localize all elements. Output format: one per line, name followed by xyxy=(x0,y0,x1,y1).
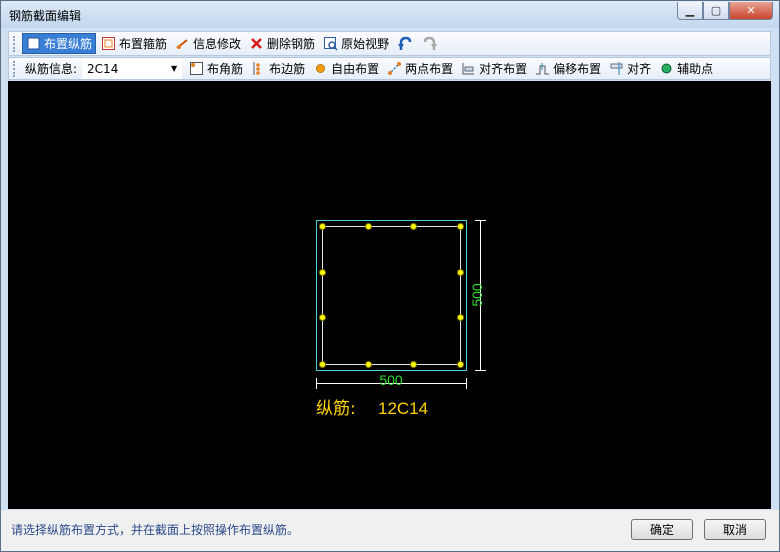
rebar-info-label: 纵筋信息: xyxy=(25,62,78,76)
redo-button[interactable] xyxy=(420,33,444,54)
rebar-label: 纵筋: xyxy=(316,399,356,419)
place-stirrup-button[interactable]: 布置箍筋 xyxy=(98,33,170,54)
side-bar-button[interactable]: 布边筋 xyxy=(248,58,308,79)
stirrup-outline xyxy=(322,226,461,365)
dialog-window: 钢筋截面编辑 ▁ ▢ ✕ 布置纵筋 布置箍筋 信息修改 删除钢筋 原始视野 纵筋… xyxy=(0,0,780,552)
align-place-label: 对齐布置 xyxy=(479,62,528,76)
window-title: 钢筋截面编辑 xyxy=(9,9,82,23)
place-longitudinal-button[interactable]: 布置纵筋 xyxy=(22,33,97,54)
zoom-fit-icon xyxy=(323,36,338,51)
place-stirrup-label: 布置箍筋 xyxy=(119,37,168,51)
corner-bar-icon xyxy=(189,61,204,76)
rebar-point[interactable] xyxy=(457,223,464,230)
rebar-info-combo[interactable]: 2C14 ▼ xyxy=(82,58,183,79)
rebar-value: 12C14 xyxy=(378,399,428,418)
edit-info-icon xyxy=(175,36,190,51)
corner-bar-label: 布角筋 xyxy=(207,62,244,76)
rebar-point[interactable] xyxy=(410,361,417,368)
aux-point-button[interactable]: 辅助点 xyxy=(656,58,716,79)
status-message: 请选择纵筋布置方式，并在截面上按照操作布置纵筋。 xyxy=(11,523,300,537)
maximize-icon: ▢ xyxy=(710,4,722,17)
stirrup-icon xyxy=(101,36,116,51)
align-icon xyxy=(609,61,624,76)
undo-button[interactable] xyxy=(394,33,418,54)
toolbar-grip[interactable] xyxy=(13,35,18,52)
delete-rebar-label: 删除钢筋 xyxy=(267,37,316,51)
align-place-button[interactable]: 对齐布置 xyxy=(458,58,530,79)
window-controls: ▁ ▢ ✕ xyxy=(677,2,773,20)
align-label: 对齐 xyxy=(627,62,652,76)
rebar-longitudinal-icon xyxy=(26,36,41,51)
close-icon: ✕ xyxy=(746,4,756,17)
free-place-label: 自由布置 xyxy=(331,62,380,76)
offset-place-icon xyxy=(535,61,550,76)
toolbar-grip-2[interactable] xyxy=(13,60,18,77)
aux-point-label: 辅助点 xyxy=(677,62,714,76)
original-view-button[interactable]: 原始视野 xyxy=(320,33,392,54)
align-place-icon xyxy=(461,61,476,76)
rebar-point[interactable] xyxy=(410,223,417,230)
rebar-point[interactable] xyxy=(319,361,326,368)
edit-info-button[interactable]: 信息修改 xyxy=(172,33,244,54)
rebar-point[interactable] xyxy=(457,269,464,276)
delete-x-icon xyxy=(249,36,264,51)
corner-bar-button[interactable]: 布角筋 xyxy=(186,58,246,79)
free-place-icon xyxy=(313,61,328,76)
main-toolbar: 布置纵筋 布置箍筋 信息修改 删除钢筋 原始视野 xyxy=(8,31,771,56)
ok-button[interactable]: 确定 xyxy=(631,519,693,540)
rebar-point[interactable] xyxy=(365,223,372,230)
cancel-button[interactable]: 取消 xyxy=(704,519,766,540)
free-place-button[interactable]: 自由布置 xyxy=(310,58,382,79)
redo-icon xyxy=(423,36,438,51)
rebar-point[interactable] xyxy=(319,223,326,230)
offset-place-button[interactable]: 偏移布置 xyxy=(532,58,604,79)
rebar-points xyxy=(319,223,464,368)
status-bar: 请选择纵筋布置方式，并在截面上按照操作布置纵筋。 确定 取消 xyxy=(1,510,779,551)
place-longitudinal-label: 布置纵筋 xyxy=(44,37,93,51)
rebar-point[interactable] xyxy=(457,314,464,321)
edit-info-label: 信息修改 xyxy=(193,37,242,51)
side-bar-label: 布边筋 xyxy=(269,62,306,76)
two-point-icon xyxy=(387,61,402,76)
aux-point-icon xyxy=(659,61,674,76)
two-point-label: 两点布置 xyxy=(405,62,454,76)
chevron-down-icon[interactable]: ▼ xyxy=(171,64,181,73)
rebar-point[interactable] xyxy=(319,269,326,276)
width-dim-text: 500 xyxy=(379,372,403,388)
original-view-label: 原始视野 xyxy=(341,37,390,51)
title-bar[interactable]: 钢筋截面编辑 ▁ ▢ ✕ xyxy=(1,1,779,28)
rebar-info-value: 2C14 xyxy=(87,61,119,76)
close-button[interactable]: ✕ xyxy=(729,2,773,20)
minimize-button[interactable]: ▁ xyxy=(677,2,703,20)
rebar-toolbar: 纵筋信息: 2C14 ▼ 布角筋 布边筋 自由布置 两点布置 对齐布置 偏移布置… xyxy=(8,57,771,80)
section-drawing: 500 500 纵筋: 12C14 xyxy=(316,220,486,419)
height-dim-text: 500 xyxy=(469,283,485,307)
section-outline xyxy=(316,220,467,371)
rebar-point[interactable] xyxy=(319,314,326,321)
undo-icon xyxy=(397,36,412,51)
offset-place-label: 偏移布置 xyxy=(553,62,602,76)
rebar-point[interactable] xyxy=(365,361,372,368)
drawing-canvas[interactable]: 500 500 纵筋: 12C14 xyxy=(8,81,771,509)
rebar-point[interactable] xyxy=(457,361,464,368)
side-bar-icon xyxy=(251,61,266,76)
delete-rebar-button[interactable]: 删除钢筋 xyxy=(246,33,318,54)
minimize-icon: ▁ xyxy=(685,4,695,17)
align-button[interactable]: 对齐 xyxy=(606,58,654,79)
two-point-button[interactable]: 两点布置 xyxy=(384,58,456,79)
maximize-button[interactable]: ▢ xyxy=(703,2,729,20)
